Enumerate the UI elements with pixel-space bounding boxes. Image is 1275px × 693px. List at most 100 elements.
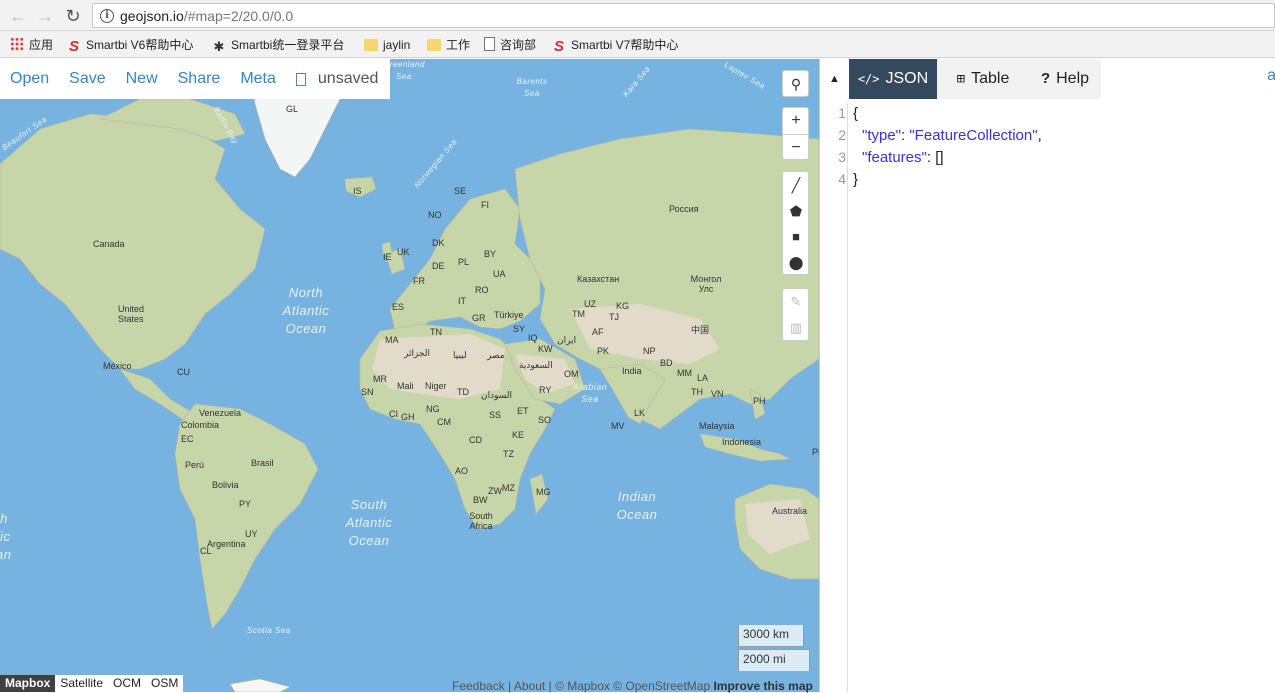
meta-button[interactable]: Meta bbox=[230, 59, 286, 99]
map-label: TH bbox=[691, 387, 703, 397]
bookmark-label: 咨询部 bbox=[500, 38, 537, 52]
save-button[interactable]: Save bbox=[59, 59, 115, 99]
map-label: UY bbox=[245, 529, 258, 539]
zoom-in-button[interactable]: + bbox=[783, 108, 809, 134]
osm-credit[interactable]: © OpenStreetMap bbox=[613, 679, 710, 693]
code-line: } bbox=[853, 171, 858, 188]
map-label: KW bbox=[538, 344, 553, 354]
bookmark-smartbi-v6[interactable]: S Smartbi V6帮助中心 bbox=[67, 36, 193, 54]
edit-layers-icon[interactable]: ✎ bbox=[783, 289, 809, 315]
map-label: PE bbox=[812, 447, 819, 457]
smartbi-person-icon: ✱ bbox=[213, 39, 225, 54]
map-label: ایران bbox=[557, 335, 577, 345]
map-label: México bbox=[103, 361, 132, 371]
separator: | bbox=[548, 679, 552, 693]
feedback-link[interactable]: Feedback bbox=[452, 679, 505, 693]
map-attribution: Feedback | About | © Mapbox © OpenStreet… bbox=[452, 679, 813, 693]
draw-toolbar: ╱ ⬟ ■ ⬤ bbox=[782, 171, 809, 275]
map-label: Perú bbox=[185, 460, 205, 470]
bookmark-work[interactable]: 工作 bbox=[427, 36, 470, 54]
bookmark-smartbi-login[interactable]: ✱ Smartbi统一登录平台 bbox=[212, 36, 345, 54]
map-label: GH bbox=[401, 412, 415, 422]
json-value: "FeatureCollection" bbox=[909, 127, 1038, 144]
draw-line-icon[interactable]: ╱ bbox=[783, 172, 809, 198]
bookmark-consulting[interactable]: 咨询部 bbox=[484, 36, 536, 54]
map-label: CM bbox=[437, 417, 451, 427]
draw-rectangle-icon[interactable]: ■ bbox=[783, 224, 809, 250]
map-label: OM bbox=[564, 369, 579, 379]
map-label: United States bbox=[118, 304, 145, 324]
smartbi-icon: S bbox=[553, 38, 564, 55]
scale-mi: 2000 mi bbox=[738, 649, 810, 671]
improve-map-link[interactable]: Improve this map bbox=[713, 679, 812, 693]
tab-label: Table bbox=[971, 70, 1010, 87]
info-icon[interactable]: i bbox=[100, 9, 114, 23]
map-label: CU bbox=[177, 367, 190, 377]
brace: { bbox=[853, 105, 859, 122]
share-button[interactable]: Share bbox=[168, 59, 231, 99]
panel-tabs: ▲ </> JSON ⊞ Table ? Help a bbox=[820, 59, 1275, 99]
layer-satellite[interactable]: Satellite bbox=[55, 675, 108, 692]
map-label: ES bbox=[392, 302, 405, 312]
map-label: GR bbox=[472, 313, 486, 323]
map-label: TZ bbox=[503, 449, 514, 459]
map-canvas[interactable]: GL IS SE FI NO DK IE UK DE PL BY UA FR I… bbox=[0, 59, 819, 692]
map-label: BW bbox=[473, 495, 488, 505]
json-editor[interactable]: 1 2 3 4 { "type": "FeatureCollection", "… bbox=[820, 103, 1275, 692]
layer-osm[interactable]: OSM bbox=[146, 675, 183, 692]
map-label: ET bbox=[517, 406, 529, 416]
sea-label: Indian Ocean bbox=[616, 489, 658, 522]
tab-help[interactable]: ? Help bbox=[1029, 59, 1101, 99]
bookmark-apps[interactable]: 应用 bbox=[10, 36, 53, 54]
map-label: India bbox=[622, 366, 642, 376]
search-control[interactable]: ⚲ bbox=[782, 70, 809, 97]
line-number: 2 bbox=[838, 127, 846, 143]
tab-json[interactable]: </> JSON bbox=[849, 59, 937, 99]
bookmark-jaylin[interactable]: jaylin bbox=[364, 36, 410, 54]
url-input[interactable]: i geojson.io/#map=2/20.0/0.0 bbox=[92, 3, 1275, 28]
zoom-out-button[interactable]: − bbox=[783, 134, 809, 160]
map-label: Türkiye bbox=[494, 310, 524, 320]
map-label: KG bbox=[616, 301, 630, 311]
about-link[interactable]: About bbox=[514, 679, 545, 693]
bookmark-smartbi-v7[interactable]: S Smartbi V7帮助中心 bbox=[552, 36, 678, 54]
layer-mapbox[interactable]: Mapbox bbox=[0, 675, 56, 692]
code-line: "type": "FeatureCollection", bbox=[862, 127, 1042, 144]
panel-link[interactable]: a bbox=[1267, 67, 1275, 85]
layer-ocm[interactable]: OCM bbox=[108, 675, 146, 692]
arrow-right-icon[interactable]: → bbox=[35, 6, 55, 26]
new-button[interactable]: New bbox=[116, 59, 168, 99]
map-label: مصر bbox=[487, 350, 505, 360]
draw-polygon-icon[interactable]: ⬟ bbox=[783, 198, 809, 224]
map-label: FI bbox=[481, 200, 489, 210]
open-button[interactable]: Open bbox=[0, 59, 59, 99]
bookmarks-bar: 应用 S Smartbi V6帮助中心 ✱ Smartbi统一登录平台 jaylin… bbox=[0, 31, 1275, 58]
line-gutter: 1 2 3 4 bbox=[820, 103, 848, 692]
collapse-panel-button[interactable]: ▲ bbox=[820, 59, 849, 99]
separator: | bbox=[508, 679, 512, 693]
mapbox-credit[interactable]: © Mapbox bbox=[555, 679, 610, 693]
map-label: DE bbox=[432, 261, 445, 271]
tab-table[interactable]: ⊞ Table bbox=[937, 59, 1029, 99]
map-label: KE bbox=[512, 430, 525, 440]
bookmark-label: Smartbi统一登录平台 bbox=[231, 38, 345, 52]
bookmark-label: 应用 bbox=[29, 38, 54, 52]
reload-icon[interactable]: ↻ bbox=[63, 6, 83, 26]
map-label: Mali bbox=[397, 381, 414, 391]
map-label: MZ bbox=[502, 483, 515, 493]
url-path: /#map=2/20.0/0.0 bbox=[183, 8, 294, 24]
code-icon: </> bbox=[857, 72, 880, 86]
json-key: "features" bbox=[862, 149, 927, 166]
draw-marker-icon[interactable]: ⬤ bbox=[783, 250, 809, 276]
arrow-left-icon[interactable]: ← bbox=[8, 6, 28, 26]
map-label: Canada bbox=[93, 239, 125, 249]
trash-icon[interactable]: ▥ bbox=[783, 315, 809, 341]
code-line: { bbox=[853, 105, 858, 122]
file-status[interactable]: unsaved bbox=[286, 59, 391, 99]
browser-address-bar: ← → ↻ i geojson.io/#map=2/20.0/0.0 bbox=[0, 0, 1275, 31]
map-label: IE bbox=[383, 252, 392, 262]
map-label: ليبيا bbox=[453, 350, 467, 360]
search-icon[interactable]: ⚲ bbox=[783, 71, 809, 97]
map-label: CL bbox=[200, 546, 212, 556]
map-label: NP bbox=[643, 346, 656, 356]
